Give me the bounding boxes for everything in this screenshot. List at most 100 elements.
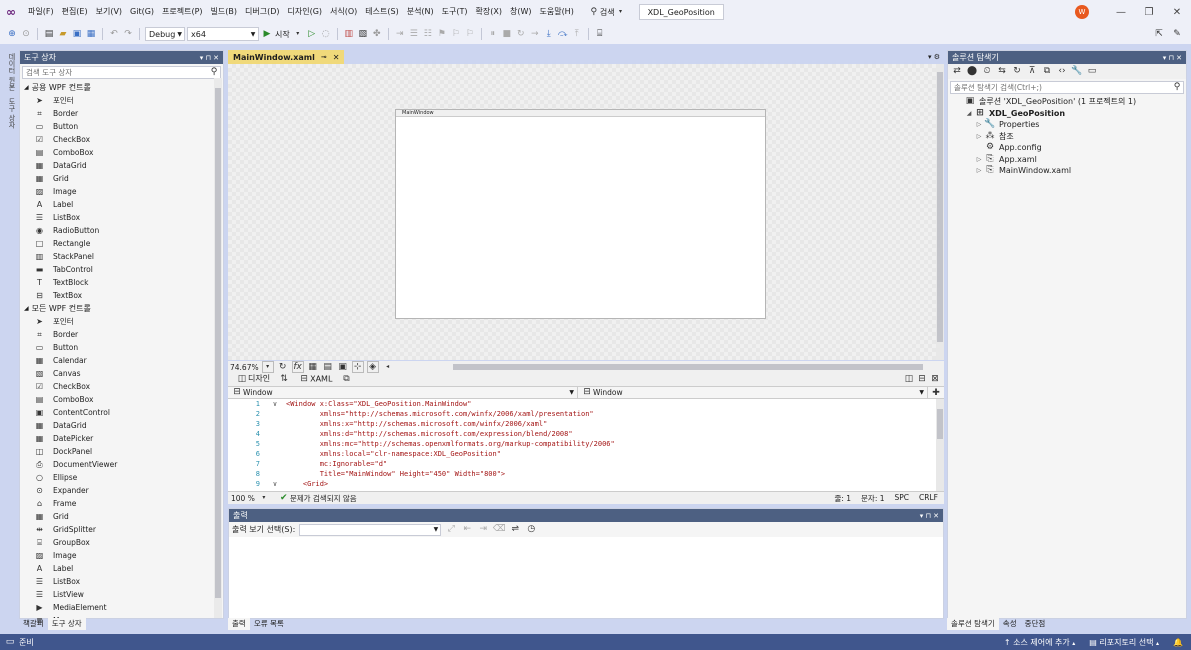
comment-icon[interactable]: ☰ — [408, 28, 420, 40]
tab-xaml[interactable]: ⊟ XAML — [298, 374, 332, 386]
toolbox-item-canvas[interactable]: ▧ Canvas — [20, 367, 223, 380]
expand-arrow-icon[interactable]: ▷ — [974, 167, 984, 174]
snap-lines-icon[interactable]: ⊹ — [351, 361, 364, 373]
fold-toggle[interactable] — [264, 469, 286, 479]
add-to-source-control-button[interactable]: ↑ 소스 제어에 추가 ▴ — [1004, 637, 1075, 648]
toolbox-item-image[interactable]: ▨ Image — [20, 185, 223, 198]
scrollbar-thumb[interactable] — [215, 88, 221, 598]
save-all-icon[interactable]: ▦ — [85, 28, 97, 40]
scrollbar-thumb[interactable] — [937, 72, 943, 342]
word-wrap-icon[interactable]: ⇌ — [509, 524, 521, 536]
fold-toggle[interactable]: ∨ — [264, 479, 286, 489]
solution-explorer-search-input[interactable]: 솔루션 탐색기 검색(Ctrl+;) ⚲ — [950, 81, 1184, 94]
scroll-left-icon[interactable]: ◂ — [382, 361, 394, 373]
fold-toggle[interactable] — [264, 439, 286, 449]
navigate-back-icon[interactable]: ⊕ — [6, 28, 18, 40]
toolbox-item-image[interactable]: ▨ Image — [20, 549, 223, 562]
toolbox-group-header[interactable]: ◢ 공용 WPF 컨트롤 — [20, 81, 223, 94]
next-message-icon[interactable]: ⇥ — [477, 524, 489, 536]
find-message-icon[interactable]: ⤢ — [445, 524, 457, 536]
toolbox-item-tabcontrol[interactable]: ▬ TabControl — [20, 263, 223, 276]
designer-window-preview[interactable]: MainWindow — [395, 109, 766, 319]
toolbox-item-checkbox[interactable]: ☑ CheckBox — [20, 133, 223, 146]
output-window-icon[interactable]: ▭ — [4, 636, 16, 648]
show-all-files-icon[interactable]: ⧉ — [1041, 66, 1053, 78]
start-without-debugging-icon[interactable]: ▷ — [306, 28, 318, 40]
fold-toggle[interactable]: ∨ — [264, 399, 286, 409]
configuration-dropdown[interactable]: Debug ▼ — [145, 27, 185, 41]
code-line[interactable]: 3 xmlns:x="http://schemas.microsoft.com/… — [228, 419, 944, 429]
attach-icon[interactable]: ◌ — [320, 28, 332, 40]
menu-item[interactable]: 서식(O) — [326, 4, 361, 20]
code-line[interactable]: 5 xmlns:mc="http://schemas.openxmlformat… — [228, 439, 944, 449]
toolbox-item-listview[interactable]: ☰ ListView — [20, 588, 223, 601]
menu-item[interactable]: 도움말(H) — [535, 4, 577, 20]
panel-controls[interactable]: ▾ ⊓ ✕ — [200, 54, 223, 62]
scrollbar-thumb[interactable] — [937, 409, 943, 439]
restart-icon[interactable]: ↻ — [515, 28, 527, 40]
expand-arrow-icon[interactable]: ◢ — [964, 110, 974, 117]
home-icon[interactable]: ⬤ — [966, 66, 978, 78]
code-line[interactable]: 1 ∨ <Window x:Class="XDL_GeoPosition.MainW… — [228, 399, 944, 409]
code-line[interactable]: 9 ∨ <Grid> — [228, 479, 944, 489]
horizontal-scrollbar-thumb[interactable] — [453, 364, 923, 370]
sync-icon[interactable]: ⇆ — [996, 66, 1008, 78]
prev-message-icon[interactable]: ⇤ — [461, 524, 473, 536]
vertical-split-icon[interactable]: ◫ — [903, 374, 915, 386]
toolbox-item-radiobutton[interactable]: ◉ RadioButton — [20, 224, 223, 237]
solution-tree-item[interactable]: ▷ 🔧 Properties — [948, 119, 1186, 131]
solution-tree-item[interactable]: ▷ ⎘ MainWindow.xaml — [948, 165, 1186, 177]
navigate-forward-icon[interactable]: ⊙ — [20, 28, 32, 40]
pending-changes-icon[interactable]: ⏲ — [981, 66, 993, 78]
collapse-pane-icon[interactable]: ⊠ — [929, 374, 941, 386]
menu-item[interactable]: 편집(E) — [58, 4, 92, 20]
tab-breakpoints[interactable]: 중단점 — [1021, 618, 1050, 630]
toolbox-item-groupbox[interactable]: ⌸ GroupBox — [20, 536, 223, 549]
xaml-designer-surface[interactable]: MainWindow — [228, 64, 944, 360]
solution-tree-item[interactable]: ⚙ App.config — [948, 142, 1186, 154]
menu-item[interactable]: 분석(N) — [403, 4, 438, 20]
formula-icon[interactable]: fx — [291, 361, 304, 373]
toolbox-item-button[interactable]: ▭ Button — [20, 341, 223, 354]
menu-item[interactable]: 테스트(S) — [361, 4, 402, 20]
toolbox-item-border[interactable]: ⌗ Border — [20, 328, 223, 341]
solution-tree-item[interactable]: ▷ ⁂ 참조 — [948, 131, 1186, 143]
search-icon[interactable]: ⚲ — [1171, 82, 1183, 94]
editor-zoom-level[interactable]: 100 % — [228, 494, 258, 503]
live-share-icon[interactable]: ⇱ — [1153, 28, 1165, 40]
toolbox-item-datagrid[interactable]: ▦ DataGrid — [20, 159, 223, 172]
bookmark-icon[interactable]: ⚑ — [436, 28, 448, 40]
tab-mainwindow-xaml[interactable]: MainWindow.xaml ⊸ ✕ — [228, 50, 345, 64]
menu-item[interactable]: Git(G) — [126, 4, 158, 20]
expand-arrow-icon[interactable]: ▷ — [974, 133, 984, 140]
toolbox-item-datagrid[interactable]: ▦ DataGrid — [20, 419, 223, 432]
preview-icon[interactable]: ▭ — [1086, 66, 1098, 78]
toolbox-item-listbox[interactable]: ☰ ListBox — [20, 211, 223, 224]
search-icon[interactable]: ⚲ — [208, 67, 220, 79]
menu-item[interactable]: 디버그(D) — [241, 4, 283, 20]
toolbox-group-header[interactable]: ◢ 모든 WPF 컨트롤 — [20, 302, 223, 315]
toolbox-scrollbar[interactable] — [214, 78, 222, 618]
uncomment-icon[interactable]: ☷ — [422, 28, 434, 40]
restore-button[interactable]: ❐ — [1135, 7, 1163, 18]
save-icon[interactable]: ▣ — [71, 28, 83, 40]
solution-tree-item[interactable]: ▣ 솔루션 'XDL_GeoPosition' (1 프로젝트의 1) — [948, 96, 1186, 108]
fold-toggle[interactable] — [264, 429, 286, 439]
tab-solution-explorer[interactable]: 솔루션 탐색기 — [947, 618, 999, 630]
code-line[interactable]: 6 xmlns:local="clr-namespace:XDL_GeoPosi… — [228, 449, 944, 459]
tab-toolbox[interactable]: 도구 상자 — [47, 618, 86, 630]
step-icon[interactable]: ⇥ — [394, 28, 406, 40]
toolbox-item-frame[interactable]: ⌂ Frame — [20, 497, 223, 510]
solution-tree-item[interactable]: ▷ ⎘ App.xaml — [948, 154, 1186, 166]
line-ending-mode[interactable]: CRLF — [919, 493, 938, 504]
toolbox-item-gridsplitter[interactable]: ⇹ GridSplitter — [20, 523, 223, 536]
toolbox-item-ellipse[interactable]: ○ Ellipse — [20, 471, 223, 484]
close-icon[interactable]: ✕ — [333, 53, 340, 62]
popout-xaml-icon[interactable]: ⧉ — [340, 374, 352, 386]
tab-output[interactable]: 출력 — [228, 618, 250, 630]
play-icon[interactable]: ▶ — [261, 28, 273, 40]
rail-tab-data-sources[interactable]: 데이터 원본 — [1, 50, 17, 93]
toolbox-item-포인터[interactable]: ➤ 포인터 — [20, 94, 223, 107]
fold-toggle[interactable] — [264, 449, 286, 459]
snap-grid-icon[interactable]: ▤ — [322, 361, 334, 373]
